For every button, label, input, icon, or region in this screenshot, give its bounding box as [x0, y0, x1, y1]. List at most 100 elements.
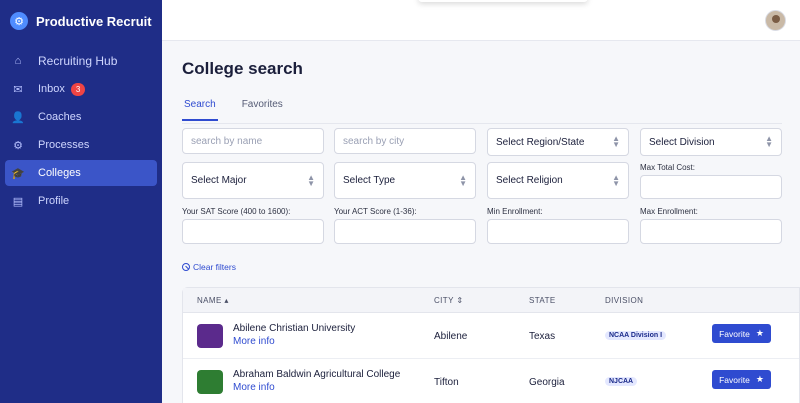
- table-row: Abraham Baldwin Agricultural College Mor…: [183, 359, 799, 403]
- sat-score-field: [182, 219, 324, 244]
- college-logo: [197, 324, 223, 348]
- college-city: Abilene: [434, 331, 468, 342]
- column-header-city[interactable]: CITY ⇕: [434, 296, 463, 305]
- tab-bar: Search Favorites: [182, 99, 307, 121]
- sat-score-input[interactable]: [191, 226, 323, 237]
- division-badge: NJCAA: [605, 377, 638, 386]
- type-select[interactable]: Select Type ▲ ▼: [334, 162, 476, 199]
- division-select-value: Select Division: [649, 136, 715, 148]
- avatar[interactable]: [765, 10, 786, 31]
- college-name: Abilene Christian University: [233, 323, 356, 334]
- column-header-label: CITY: [434, 296, 454, 305]
- clear-filters-label: Clear filters: [193, 262, 236, 272]
- name-search-field: [182, 128, 324, 154]
- max-cost-field: [640, 175, 782, 199]
- college-logo: [197, 370, 223, 394]
- chevron-updown-icon: ▲ ▼: [307, 172, 315, 188]
- inbox-icon: ✉: [13, 83, 23, 96]
- college-state: Georgia: [529, 377, 565, 388]
- city-search-field: [334, 128, 476, 154]
- sidebar: ⚙ Productive Recruit ⌂ Recruiting Hub ✉ …: [0, 0, 162, 403]
- sort-updown-icon: ⇕: [456, 296, 464, 305]
- tabs-divider: [182, 123, 782, 124]
- brand-name: Productive Recruit: [36, 13, 152, 29]
- sidebar-item-label: Recruiting Hub: [38, 54, 118, 68]
- min-enrollment-field: [487, 219, 629, 244]
- user-icon: 👤: [11, 111, 25, 124]
- sidebar-nav: ⌂ Recruiting Hub ✉ Inbox 3 👤 Coaches ⚙ P…: [0, 48, 162, 214]
- top-popover-edge: [418, 0, 588, 2]
- sidebar-item-label: Profile: [38, 195, 70, 207]
- star-icon: ★: [755, 374, 764, 384]
- chevron-updown-icon: ▲ ▼: [459, 172, 467, 188]
- act-score-field: [334, 219, 476, 244]
- max-enrollment-field: [640, 219, 782, 244]
- clear-filters-link[interactable]: Clear filters: [182, 262, 236, 272]
- sort-up-icon: ▴: [224, 296, 229, 305]
- type-select-value: Select Type: [343, 175, 396, 186]
- results-table: NAME ▴ CITY ⇕ STATE DIVISION Abilene Chr…: [182, 287, 800, 403]
- home-icon: ⌂: [14, 55, 22, 67]
- sidebar-item-inbox[interactable]: ✉ Inbox 3: [5, 76, 157, 102]
- sidebar-item-profile[interactable]: ▤ Profile: [5, 188, 157, 214]
- clipboard-icon: ▤: [12, 195, 24, 208]
- sidebar-item-recruiting-hub[interactable]: ⌂ Recruiting Hub: [5, 48, 157, 74]
- favorite-button[interactable]: Favorite ★: [712, 370, 771, 389]
- sidebar-item-label: Inbox: [38, 83, 65, 95]
- column-header-state: STATE: [529, 296, 556, 305]
- region-select[interactable]: Select Region/State ▲ ▼: [487, 128, 629, 156]
- max-cost-input[interactable]: [649, 181, 781, 193]
- city-search-input[interactable]: [343, 135, 475, 147]
- page-title: College search: [182, 59, 303, 78]
- column-header-name[interactable]: NAME ▴: [197, 296, 229, 305]
- inbox-count-badge: 3: [70, 82, 86, 96]
- max-enrollment-input[interactable]: [649, 226, 781, 237]
- graduation-cap-icon: 🎓: [11, 167, 25, 180]
- college-name: Abraham Baldwin Agricultural College: [233, 369, 401, 380]
- division-badge: NCAA Division I: [605, 331, 667, 340]
- max-cost-label: Max Total Cost:: [640, 163, 695, 172]
- column-header-division: DIVISION: [605, 296, 644, 305]
- table-row: Abilene Christian University More info A…: [183, 313, 799, 359]
- sidebar-item-label: Processes: [38, 139, 90, 151]
- chevron-updown-icon: ▲ ▼: [612, 172, 620, 188]
- college-state: Texas: [529, 331, 556, 342]
- tab-favorites[interactable]: Favorites: [240, 99, 285, 121]
- chevron-updown-icon: ▲ ▼: [612, 134, 620, 149]
- college-city: Tifton: [434, 377, 459, 388]
- tab-search[interactable]: Search: [182, 99, 218, 121]
- chevron-updown-icon: ▲ ▼: [765, 134, 773, 149]
- sidebar-item-colleges[interactable]: 🎓 Colleges: [5, 160, 157, 186]
- main-content: College search Search Favorites Select R…: [162, 41, 800, 403]
- favorite-label: Favorite: [719, 374, 750, 385]
- region-select-value: Select Region/State: [496, 136, 585, 148]
- religion-select[interactable]: Select Religion ▲ ▼: [487, 162, 629, 199]
- favorite-label: Favorite: [719, 328, 750, 339]
- more-info-link[interactable]: More info: [233, 382, 275, 393]
- name-search-input[interactable]: [191, 135, 323, 147]
- sidebar-item-coaches[interactable]: 👤 Coaches: [5, 104, 157, 130]
- max-enrollment-label: Max Enrollment:: [640, 207, 698, 216]
- min-enrollment-input[interactable]: [496, 226, 628, 237]
- sat-score-label: Your SAT Score (400 to 1600):: [182, 207, 291, 216]
- sidebar-item-label: Coaches: [38, 111, 82, 123]
- min-enrollment-label: Min Enrollment:: [487, 207, 543, 216]
- table-header: NAME ▴ CITY ⇕ STATE DIVISION: [183, 288, 799, 313]
- column-header-label: NAME: [197, 296, 222, 305]
- star-icon: ★: [755, 328, 764, 338]
- brand-logo-icon: ⚙: [10, 12, 28, 30]
- act-score-input[interactable]: [343, 226, 475, 237]
- more-info-link[interactable]: More info: [233, 336, 275, 347]
- major-select[interactable]: Select Major ▲ ▼: [182, 162, 324, 199]
- sidebar-item-label: Colleges: [38, 167, 81, 179]
- act-score-label: Your ACT Score (1-36):: [334, 207, 417, 216]
- favorite-button[interactable]: Favorite ★: [712, 324, 771, 343]
- top-bar: [162, 0, 800, 41]
- religion-select-value: Select Religion: [496, 175, 563, 186]
- brand[interactable]: ⚙ Productive Recruit: [0, 0, 162, 42]
- gear-icon: ⚙: [13, 139, 23, 152]
- major-select-value: Select Major: [191, 175, 247, 186]
- clear-icon: [182, 263, 190, 271]
- sidebar-item-processes[interactable]: ⚙ Processes: [5, 132, 157, 158]
- division-select[interactable]: Select Division ▲ ▼: [640, 128, 782, 156]
